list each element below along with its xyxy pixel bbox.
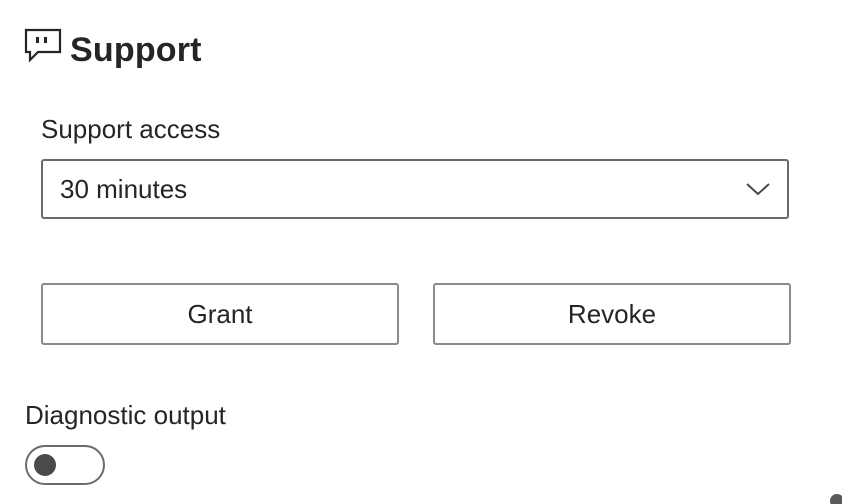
support-panel: Support Support access 30 minutes Grant … [0,0,842,504]
diagnostic-output-toggle[interactable] [25,445,105,485]
scrollbar-thumb[interactable] [830,494,842,504]
support-access-dropdown[interactable]: 30 minutes [41,159,789,219]
panel-header: Support [24,26,202,74]
grant-button[interactable]: Grant [41,283,399,345]
chat-bubble-icon [24,28,62,64]
diagnostic-output-label: Diagnostic output [25,400,226,430]
support-access-label: Support access [41,114,221,144]
chevron-down-icon [745,181,771,197]
revoke-button[interactable]: Revoke [433,283,791,345]
toggle-knob [34,454,56,476]
support-access-selected-value: 30 minutes [60,173,188,204]
page-title: Support [70,30,202,69]
